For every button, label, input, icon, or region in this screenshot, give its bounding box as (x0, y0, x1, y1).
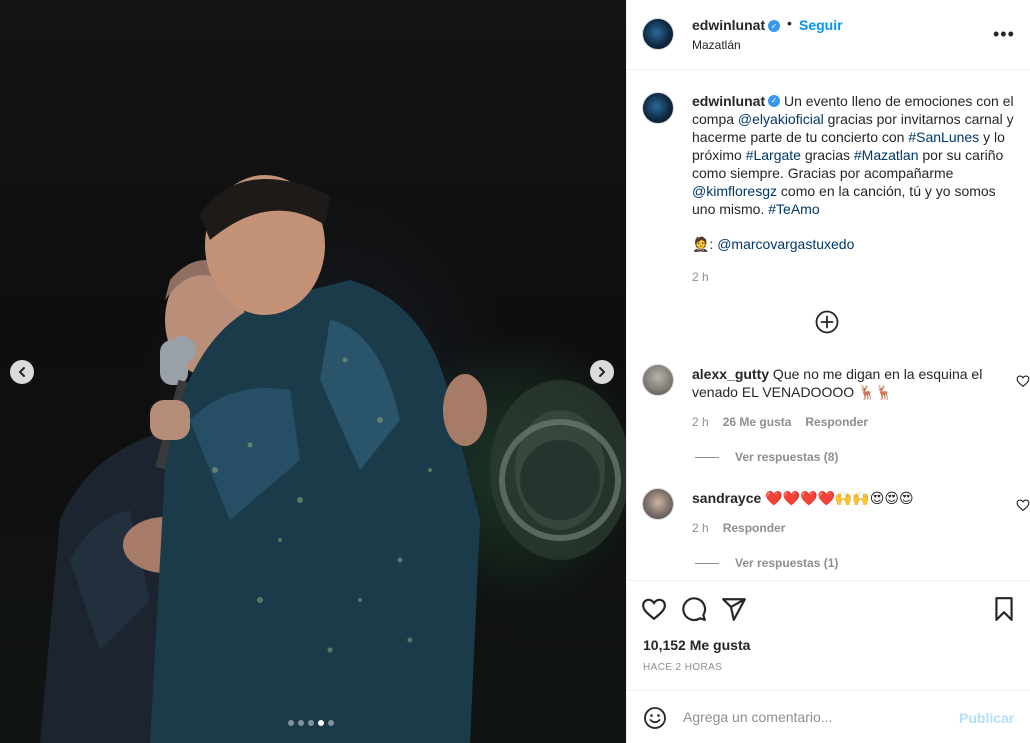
like-heart-icon[interactable] (641, 596, 667, 622)
author-avatar[interactable] (642, 18, 674, 50)
replies-divider-line (695, 562, 719, 564)
emoji-picker-icon[interactable] (643, 706, 667, 730)
share-paper-plane-icon[interactable] (721, 596, 747, 622)
next-image-button[interactable] (590, 360, 614, 384)
carousel-dot (298, 720, 304, 726)
view-replies-label: Ver respuestas (1) (735, 556, 839, 570)
post-timestamp[interactable]: HACE 2 HORAS (643, 662, 722, 673)
comment-bubble-icon[interactable] (681, 596, 707, 622)
hashtag-link[interactable]: #TeAmo (768, 201, 819, 217)
carousel-dot-active (318, 720, 324, 726)
post-actions-section: 10,152 Me gusta HACE 2 HORAS (627, 580, 1030, 690)
caption-text: edwinlunat ✓ Un evento lleno de emociones… (692, 92, 1018, 218)
concert-photo-illustration (40, 175, 626, 743)
author-username[interactable]: edwinlunat (692, 17, 765, 33)
commenter-username[interactable]: sandrayce (692, 490, 761, 506)
chevron-right-icon (599, 367, 605, 377)
more-options-icon[interactable]: ••• (993, 24, 1015, 44)
credit-mention-link[interactable]: @marcovargastuxedo (717, 236, 854, 252)
view-replies-button[interactable]: Ver respuestas (1) (692, 556, 838, 570)
post-header: edwinlunat ✓ • Seguir Mazatlán ••• (627, 0, 1030, 70)
comment-meta: 2 h Responder (692, 521, 785, 535)
replies-divider-line (695, 456, 719, 458)
follow-button[interactable]: Seguir (799, 17, 843, 33)
reply-button[interactable]: Responder (723, 521, 786, 535)
caption-verified-badge-icon: ✓ (768, 95, 781, 108)
add-comment-bar: Publicar (627, 690, 1030, 743)
header-separator: • (787, 15, 792, 31)
hashtag-link[interactable]: #Mazatlan (854, 147, 919, 163)
commenter-username[interactable]: alexx_gutty (692, 366, 769, 382)
carousel-dot (308, 720, 314, 726)
mention-link[interactable]: @kimfloresgz (692, 183, 777, 199)
mention-link[interactable]: @elyakioficial (738, 111, 824, 127)
commenter-avatar[interactable] (642, 488, 674, 520)
carousel-dot (288, 720, 294, 726)
hashtag-link[interactable]: #SanLunes (908, 129, 979, 145)
view-replies-label: Ver respuestas (8) (735, 450, 839, 464)
save-bookmark-icon[interactable] (991, 596, 1017, 622)
comment-meta: 2 h 26 Me gusta Responder (692, 415, 868, 429)
chevron-left-icon (19, 367, 25, 377)
post-dialog: edwinlunat ✓ • Seguir Mazatlán ••• edwin… (0, 0, 1030, 743)
post-location[interactable]: Mazatlán (692, 38, 741, 52)
caption-segment: gracias (800, 147, 854, 163)
tuxedo-emoji: 🤵 (692, 236, 710, 252)
comment-likes-count[interactable]: 26 Me gusta (723, 415, 792, 429)
hashtag-link[interactable]: #Largate (746, 147, 801, 163)
comment-timestamp[interactable]: 2 h (692, 521, 709, 535)
caption-timestamp[interactable]: 2 h (692, 270, 709, 284)
view-replies-button[interactable]: Ver respuestas (8) (692, 450, 838, 464)
publish-button[interactable]: Publicar (959, 710, 1014, 726)
comment-input[interactable] (683, 705, 943, 729)
post-likes-count[interactable]: 10,152 Me gusta (643, 637, 750, 653)
comment-message: ❤️❤️❤️❤️🙌🙌😍😍😍 (761, 490, 914, 506)
caption-username[interactable]: edwinlunat (692, 93, 765, 109)
photo-credit: 🤵: @marcovargastuxedo (692, 236, 854, 253)
comment-text: sandrayce ❤️❤️❤️❤️🙌🙌😍😍😍 (692, 489, 992, 507)
load-more-comments-icon[interactable] (815, 310, 839, 334)
previous-image-button[interactable] (10, 360, 34, 384)
post-details-panel: edwinlunat ✓ • Seguir Mazatlán ••• edwin… (626, 0, 1030, 743)
carousel-indicator (288, 720, 334, 726)
comment-timestamp[interactable]: 2 h (692, 415, 709, 429)
verified-badge-icon: ✓ (768, 20, 780, 32)
carousel-dot (328, 720, 334, 726)
comment-text: alexx_gutty Que no me digan en la esquin… (692, 365, 992, 401)
like-comment-heart-icon[interactable] (1016, 374, 1030, 388)
reply-button[interactable]: Responder (805, 415, 868, 429)
like-comment-heart-icon[interactable] (1016, 498, 1030, 512)
commenter-avatar[interactable] (642, 364, 674, 396)
caption-author-avatar[interactable] (642, 92, 674, 124)
post-photo (0, 0, 626, 743)
